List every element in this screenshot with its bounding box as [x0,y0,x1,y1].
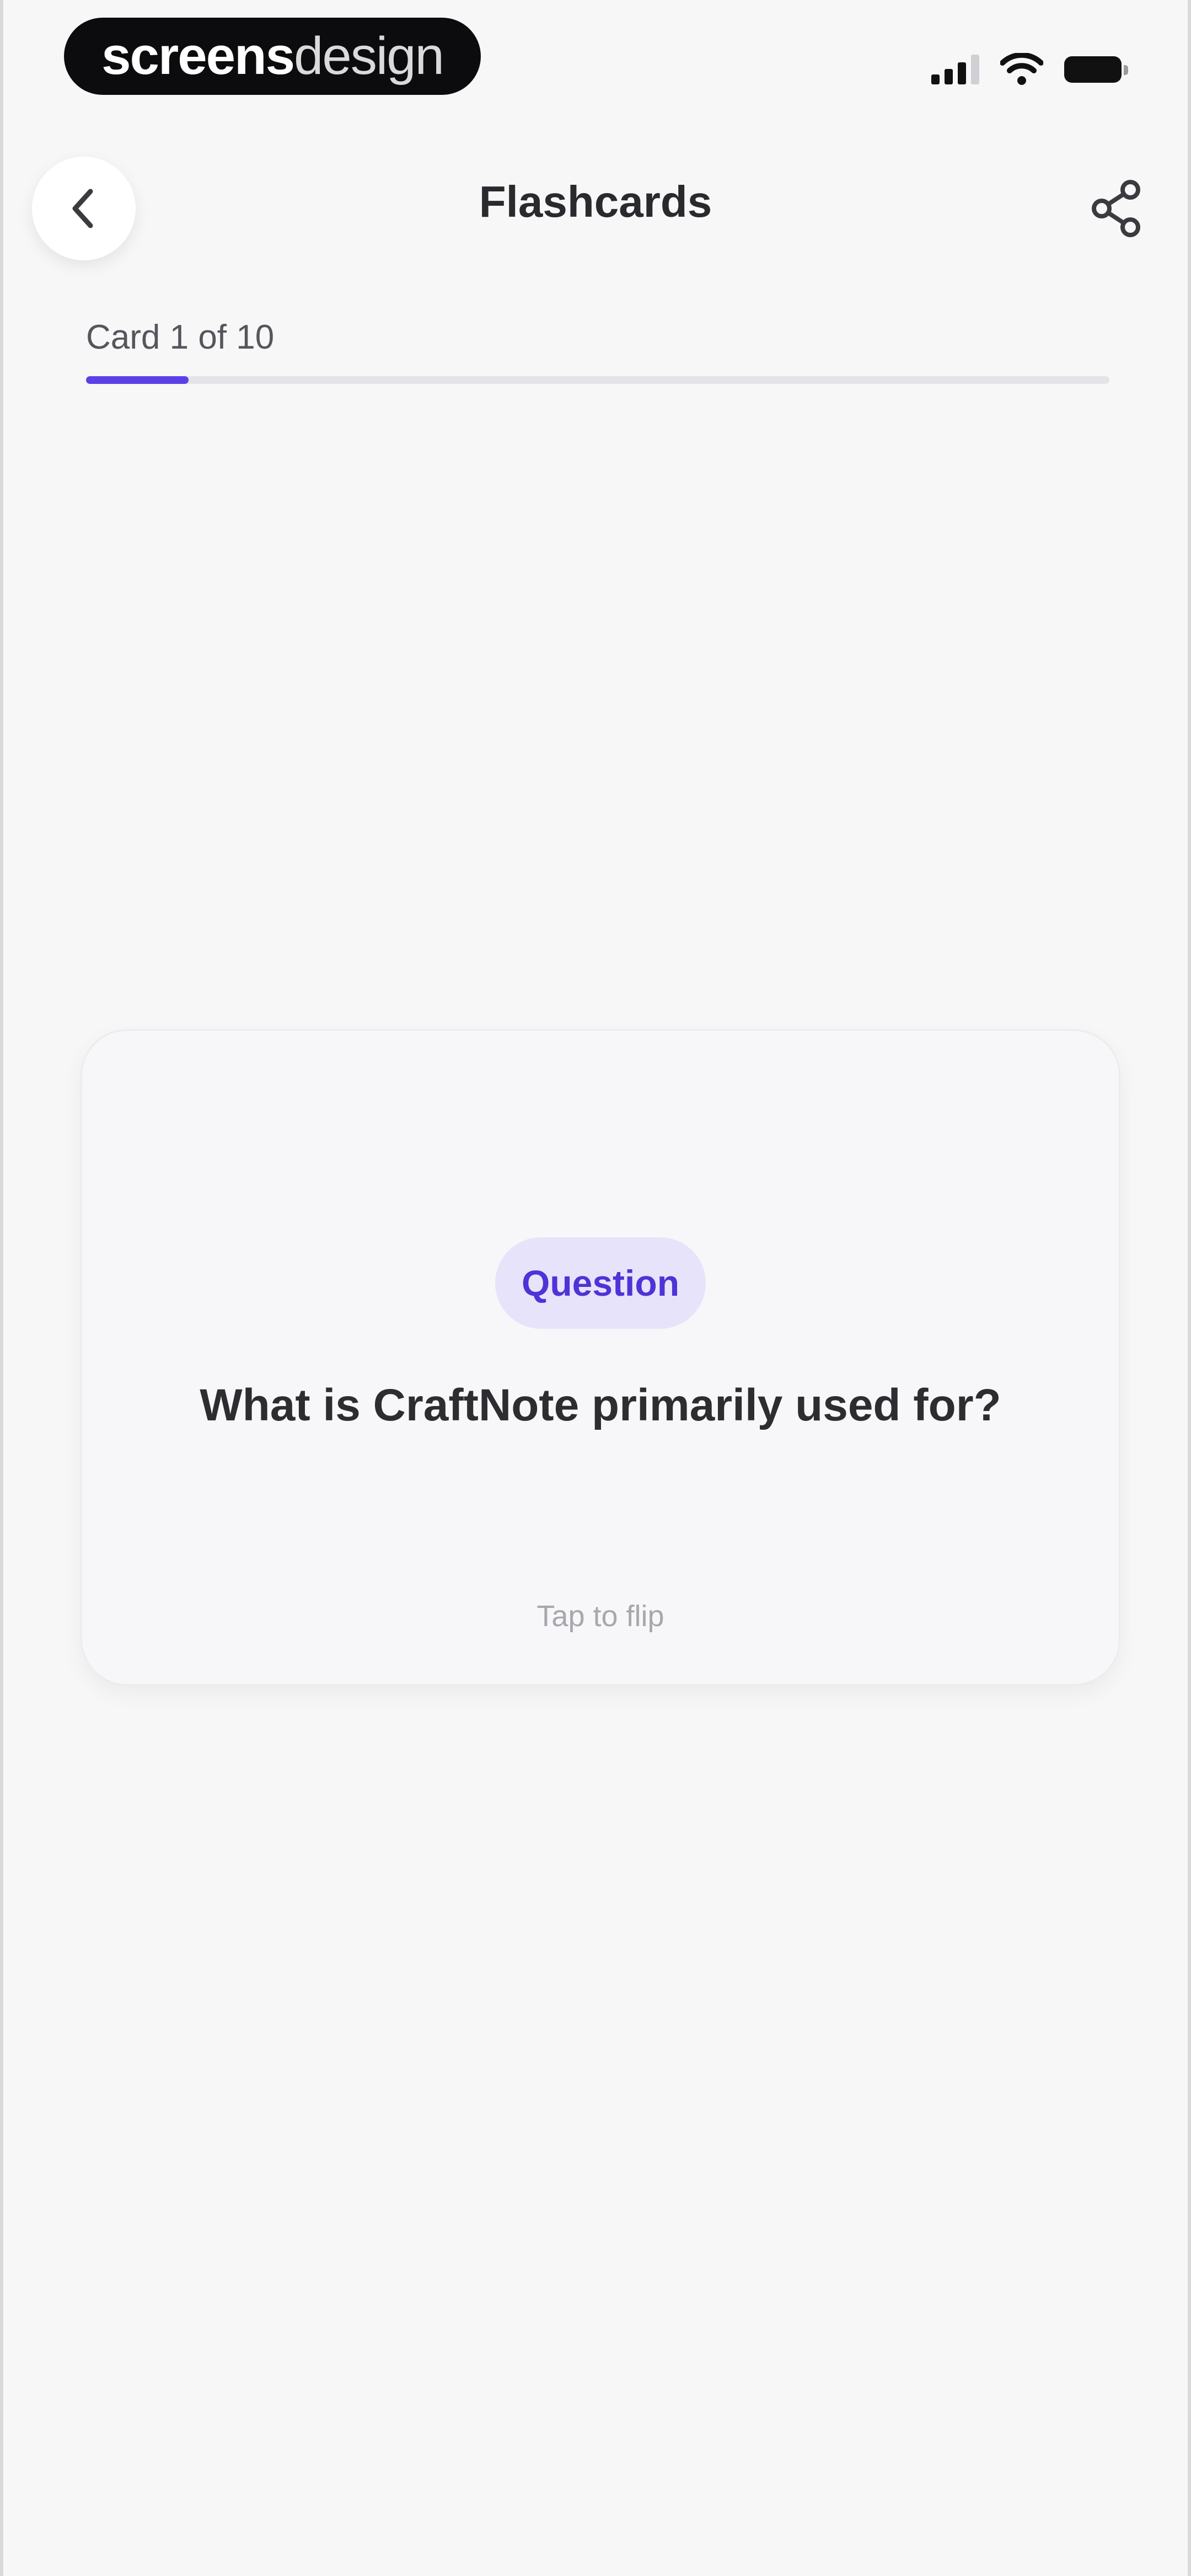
battery-icon [1064,56,1128,83]
progress-bar-fill [86,376,189,384]
share-icon [1092,180,1140,237]
share-button[interactable] [1083,175,1149,242]
card-counter: Card 1 of 10 [86,318,275,356]
cellular-signal-icon [931,55,979,84]
card-type-badge: Question [495,1237,706,1329]
flashcards-screen: screens design Flashcards Card 1 of 10 Q… [0,0,1191,2576]
progress-bar [86,376,1109,384]
brand-text-light: design [294,26,444,85]
status-icons [931,49,1128,90]
brand-badge: screens design [64,18,481,95]
brand-text-strong: screens [101,26,295,85]
page-title: Flashcards [479,177,712,226]
wifi-icon [1000,53,1043,85]
question-text: What is CraftNote primarily used for? [200,1380,1001,1430]
flashcard[interactable]: Question What is CraftNote primarily use… [81,1029,1120,1686]
flip-hint: Tap to flip [537,1600,664,1633]
